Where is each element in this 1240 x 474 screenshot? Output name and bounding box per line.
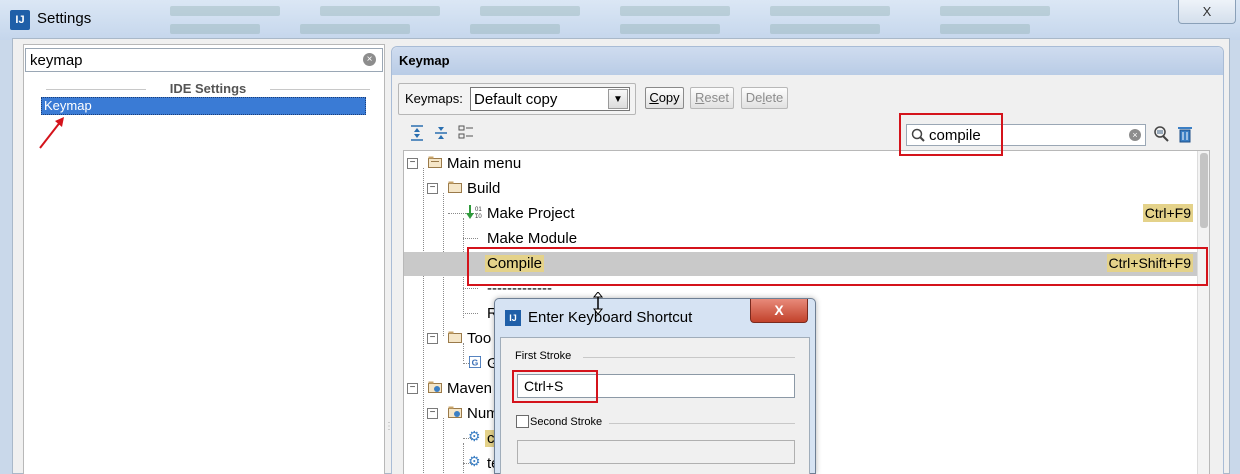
collapse-icon[interactable]: −	[427, 333, 438, 344]
window-title: Settings	[37, 10, 92, 27]
annotation-box-first-stroke	[512, 370, 598, 403]
keymap-dropdown[interactable]: Default copy ▼	[470, 87, 630, 111]
annotation-box-filter	[899, 113, 1003, 156]
dialog-title: Enter Keyboard Shortcut	[528, 309, 693, 326]
tree-label: Maven	[447, 380, 493, 397]
keymap-dropdown-value: Default copy	[474, 91, 558, 108]
collapse-all-icon[interactable]	[433, 125, 449, 141]
shortcut-label: Ctrl+F9	[1142, 204, 1193, 222]
window-titlebar: IJ Settings X	[0, 0, 1240, 40]
tree-row-make-project[interactable]: 01 10 Make Project Ctrl+F9	[404, 202, 1199, 226]
make-project-icon: 0110	[466, 205, 482, 220]
tree-scrollbar[interactable]	[1197, 151, 1209, 474]
tree-label: Build	[467, 180, 501, 197]
dialog-close-button[interactable]: X	[750, 299, 808, 323]
settings-search-box[interactable]: ×	[25, 48, 383, 72]
settings-folder-icon	[428, 381, 442, 393]
annotation-box-compile	[467, 247, 1208, 286]
tree-label: Make Project	[487, 205, 575, 222]
folder-icon	[448, 331, 462, 343]
keymaps-label: Keymaps:	[405, 91, 463, 106]
pane-splitter[interactable]: ⋮	[384, 421, 394, 441]
google-icon: G	[469, 356, 481, 368]
settings-folder-icon	[448, 406, 462, 418]
find-by-shortcut-icon[interactable]	[1152, 125, 1170, 143]
edit-shortcut-icon[interactable]	[458, 125, 474, 141]
tree-label: Main menu	[447, 155, 522, 172]
collapse-icon[interactable]: −	[407, 383, 418, 394]
menu-folder-icon	[428, 156, 442, 168]
tree-row-build[interactable]: − Build	[404, 177, 1199, 201]
collapse-icon[interactable]: −	[407, 158, 418, 169]
trash-icon[interactable]	[1176, 125, 1194, 143]
panel-header: Keymap	[392, 47, 1223, 75]
tree-label: Too	[467, 330, 492, 347]
dialog-body: First Stroke Ctrl+S Second Stroke	[500, 337, 810, 474]
clear-filter-icon[interactable]: ×	[1129, 129, 1141, 141]
tree-row-main-menu[interactable]: − Main menu	[404, 152, 1199, 176]
expand-all-icon[interactable]	[409, 125, 425, 141]
ide-settings-group: IDE Settings	[38, 81, 378, 97]
settings-search-input[interactable]	[30, 51, 360, 69]
resize-cursor-icon	[592, 292, 604, 314]
second-stroke-input[interactable]	[517, 440, 795, 464]
nav-item-keymap[interactable]: Keymap	[41, 97, 366, 115]
background-editor-tabs	[150, 2, 1160, 38]
reset-button[interactable]: Reset	[690, 87, 734, 109]
gear-icon: ⚙	[468, 428, 481, 444]
copy-button[interactable]: Copy	[645, 87, 684, 109]
second-stroke-label: Second Stroke	[530, 416, 603, 428]
svg-text:01: 01	[475, 207, 482, 213]
dropdown-arrow-icon[interactable]: ▼	[608, 89, 628, 109]
svg-text:G: G	[472, 357, 479, 367]
keymaps-selector-group: Keymaps: Default copy ▼	[398, 83, 636, 115]
delete-button[interactable]: Delete	[741, 87, 788, 109]
window-close-button[interactable]: X	[1178, 0, 1236, 24]
enter-shortcut-dialog: IJ Enter Keyboard Shortcut X First Strok…	[494, 298, 816, 474]
clear-search-icon[interactable]: ×	[363, 53, 376, 66]
tree-label: Make Module	[487, 230, 578, 247]
annotation-arrow-icon	[39, 117, 64, 149]
second-stroke-checkbox[interactable]	[516, 415, 529, 428]
svg-text:10: 10	[475, 214, 482, 220]
first-stroke-label: First Stroke	[515, 350, 572, 362]
scrollbar-thumb[interactable]	[1200, 153, 1208, 228]
collapse-icon[interactable]: −	[427, 183, 438, 194]
gear-icon: ⚙	[468, 453, 481, 469]
intellij-logo-icon: IJ	[505, 310, 521, 326]
collapse-icon[interactable]: −	[427, 408, 438, 419]
intellij-logo-icon: IJ	[10, 10, 30, 30]
folder-icon	[448, 181, 462, 193]
